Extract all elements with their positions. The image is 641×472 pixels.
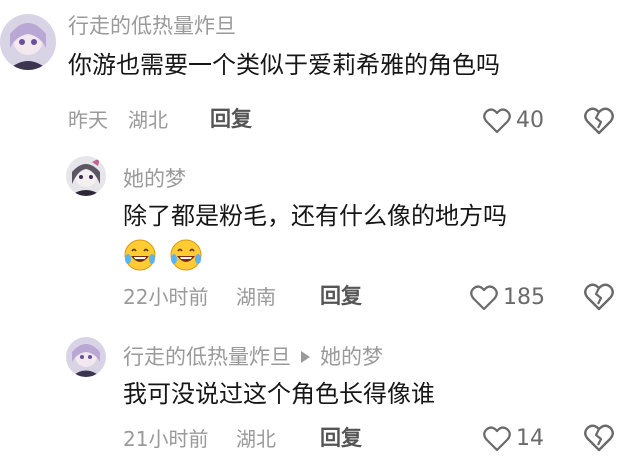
reply-button[interactable]: 回复 bbox=[320, 428, 362, 449]
comment-time: 22小时前 bbox=[123, 285, 209, 309]
reply-arrow-icon bbox=[301, 351, 310, 363]
avatar[interactable] bbox=[66, 156, 106, 196]
username[interactable]: 行走的低热量炸旦 bbox=[68, 16, 236, 37]
dislike-button[interactable] bbox=[584, 283, 614, 315]
like-count: 14 bbox=[516, 426, 544, 451]
comment-location: 湖北 bbox=[128, 108, 168, 132]
username[interactable]: 她的梦 bbox=[123, 169, 186, 190]
like-button[interactable]: 40 bbox=[483, 108, 544, 134]
broken-heart-icon bbox=[584, 107, 614, 135]
heart-icon bbox=[483, 426, 511, 452]
dislike-button[interactable] bbox=[584, 424, 614, 456]
like-count: 40 bbox=[516, 108, 544, 133]
broken-heart-icon bbox=[584, 424, 614, 452]
reply-button[interactable]: 回复 bbox=[320, 286, 362, 307]
comment-location: 湖南 bbox=[236, 285, 276, 309]
reply-target[interactable]: 她的梦 bbox=[320, 345, 383, 369]
like-button[interactable]: 185 bbox=[470, 285, 545, 311]
comment-text: 你游也需要一个类似于爱莉希雅的角色吗 bbox=[68, 51, 500, 79]
comment-text: 除了都是粉毛，还有什么像的地方吗 bbox=[123, 202, 507, 230]
comment-location: 湖北 bbox=[236, 427, 276, 451]
comment-time: 21小时前 bbox=[123, 427, 209, 451]
laughing-tears-emoji bbox=[170, 239, 202, 271]
like-button[interactable]: 14 bbox=[483, 426, 544, 452]
laughing-tears-emoji bbox=[124, 239, 156, 271]
avatar[interactable] bbox=[66, 337, 106, 377]
comment-time: 昨天 bbox=[68, 108, 108, 132]
like-count: 185 bbox=[503, 285, 545, 310]
reply-author[interactable]: 行走的低热量炸旦 bbox=[123, 345, 291, 369]
heart-icon bbox=[483, 108, 511, 134]
heart-icon bbox=[470, 285, 498, 311]
avatar[interactable] bbox=[0, 14, 56, 70]
broken-heart-icon bbox=[584, 283, 614, 311]
username: 行走的低热量炸旦 她的梦 bbox=[123, 347, 383, 368]
emoji-row bbox=[123, 238, 207, 272]
comment-text: 我可没说过这个角色长得像谁 bbox=[123, 380, 435, 408]
dislike-button[interactable] bbox=[584, 107, 614, 139]
reply-button[interactable]: 回复 bbox=[210, 109, 252, 130]
